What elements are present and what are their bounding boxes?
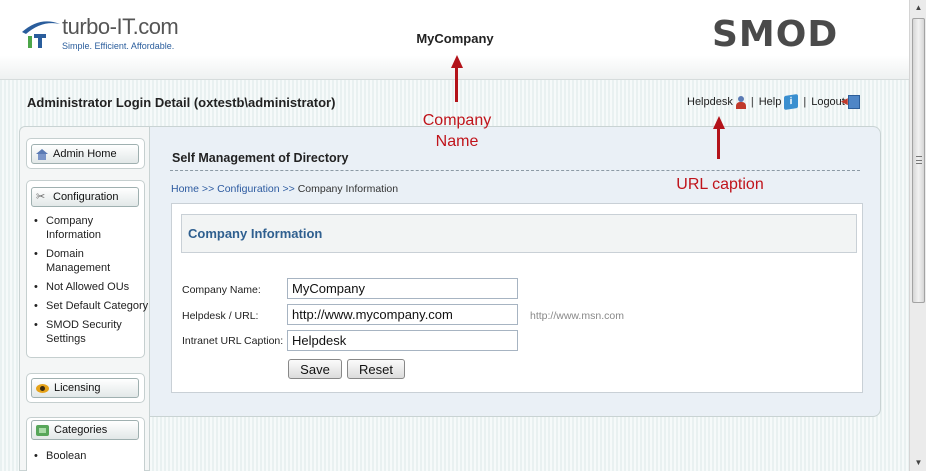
- breadcrumb-configuration[interactable]: Configuration: [217, 183, 279, 195]
- company-name-annotation-line1: Company: [422, 112, 492, 129]
- brand-tagline: Simple. Efficient. Affordable.: [62, 41, 175, 51]
- link-separator: |: [803, 96, 807, 108]
- title-divider: [170, 170, 860, 171]
- sidebar-item-domain-management[interactable]: Domain Management: [31, 247, 151, 275]
- helpdesk-link[interactable]: Helpdesk: [687, 95, 746, 109]
- licensing-box: Licensing: [26, 373, 145, 403]
- home-icon: [36, 148, 48, 160]
- url-caption-annotation: URL caption: [676, 176, 764, 193]
- logout-link[interactable]: Logout: [811, 95, 860, 109]
- company-name-input[interactable]: [287, 278, 518, 299]
- categories-box: Categories Boolean: [26, 417, 145, 471]
- company-title: MyCompany: [416, 31, 494, 46]
- configuration-menu: Company Information Domain Management No…: [31, 214, 151, 351]
- breadcrumb-separator: >>: [279, 183, 298, 195]
- helpdesk-url-hint: http://www.msn.com: [530, 310, 624, 322]
- page-title: Self Management of Directory: [172, 151, 349, 165]
- sidebar-item-set-default-category[interactable]: Set Default Category: [31, 299, 151, 313]
- top-links: Helpdesk | Help i | Logout: [687, 94, 860, 110]
- configuration-button[interactable]: ✂ Configuration: [31, 187, 139, 207]
- url-caption-arrow-line: [717, 127, 720, 159]
- company-information-form: Company Information Company Name: Helpde…: [171, 203, 863, 393]
- sidebar-item-boolean[interactable]: Boolean: [31, 449, 151, 463]
- scroll-thumb[interactable]: [912, 18, 925, 303]
- reset-button[interactable]: Reset: [347, 359, 405, 379]
- breadcrumb-separator: >>: [199, 183, 218, 195]
- brand-name: turbo-IT.com: [62, 14, 179, 39]
- intranet-url-caption-input[interactable]: [287, 330, 518, 351]
- sidebar-item-company-information[interactable]: Company Information: [31, 214, 151, 242]
- tools-icon: ✂: [36, 191, 46, 203]
- link-separator: |: [750, 96, 754, 108]
- sidebar: Admin Home ✂ Configuration Company Infor…: [19, 126, 150, 471]
- vertical-scrollbar[interactable]: ▲ ▼: [909, 0, 926, 471]
- scroll-down-icon[interactable]: ▼: [912, 456, 925, 470]
- helpdesk-url-input[interactable]: [287, 304, 518, 325]
- main-panel: Self Management of Directory Home >> Con…: [150, 126, 881, 417]
- company-name-label: Company Name:: [182, 284, 261, 296]
- section-title: Company Information: [181, 214, 857, 253]
- helpdesk-link-label: Helpdesk: [687, 96, 733, 108]
- admin-home-button[interactable]: Admin Home: [31, 144, 139, 164]
- save-button[interactable]: Save: [288, 359, 342, 379]
- breadcrumb: Home >> Configuration >> Company Informa…: [171, 183, 398, 195]
- help-book-icon: i: [784, 94, 799, 110]
- scroll-grip-icon: [916, 156, 922, 164]
- smod-logo-text: SMOD: [712, 14, 839, 55]
- helpdesk-url-label: Helpdesk / URL:: [182, 310, 259, 322]
- intranet-url-caption-label: Intranet URL Caption:: [182, 335, 284, 347]
- categories-label: Categories: [54, 424, 108, 436]
- sidebar-item-not-allowed-ous[interactable]: Not Allowed OUs: [31, 280, 151, 294]
- company-name-annotation: Company Name: [407, 110, 507, 152]
- breadcrumb-current: Company Information: [297, 183, 399, 195]
- turbo-it-logo[interactable]: turbo-IT.com Simple. Efficient. Affordab…: [20, 12, 190, 56]
- logout-link-label: Logout: [811, 96, 845, 108]
- breadcrumb-home[interactable]: Home: [171, 183, 199, 195]
- company-name-arrow-line: [455, 66, 458, 102]
- smod-logo[interactable]: SMOD: [712, 14, 894, 55]
- configuration-label: Configuration: [53, 191, 119, 203]
- scroll-up-icon[interactable]: ▲: [912, 1, 925, 15]
- admin-login-detail: Administrator Login Detail (oxtestb\admi…: [27, 95, 336, 110]
- categories-menu: Boolean: [31, 449, 151, 468]
- turbo-it-logo-mark-icon: [22, 21, 60, 48]
- categories-button[interactable]: Categories: [31, 420, 139, 440]
- help-link[interactable]: Help i: [758, 94, 799, 110]
- licensing-button[interactable]: Licensing: [31, 378, 139, 398]
- admin-home-label: Admin Home: [53, 148, 117, 160]
- admin-home-box: Admin Home: [26, 138, 145, 169]
- sidebar-item-smod-security-settings[interactable]: SMOD Security Settings: [31, 318, 151, 346]
- helpdesk-person-icon: [735, 95, 746, 109]
- logout-door-icon: [841, 95, 860, 109]
- configuration-box: ✂ Configuration Company Information Doma…: [26, 180, 148, 358]
- eye-icon: [36, 383, 49, 393]
- licensing-label: Licensing: [54, 382, 101, 394]
- page: turbo-IT.com Simple. Efficient. Affordab…: [0, 0, 909, 471]
- company-name-annotation-line2: Name: [435, 133, 479, 150]
- categories-icon: [36, 424, 49, 436]
- help-link-label: Help: [758, 96, 782, 108]
